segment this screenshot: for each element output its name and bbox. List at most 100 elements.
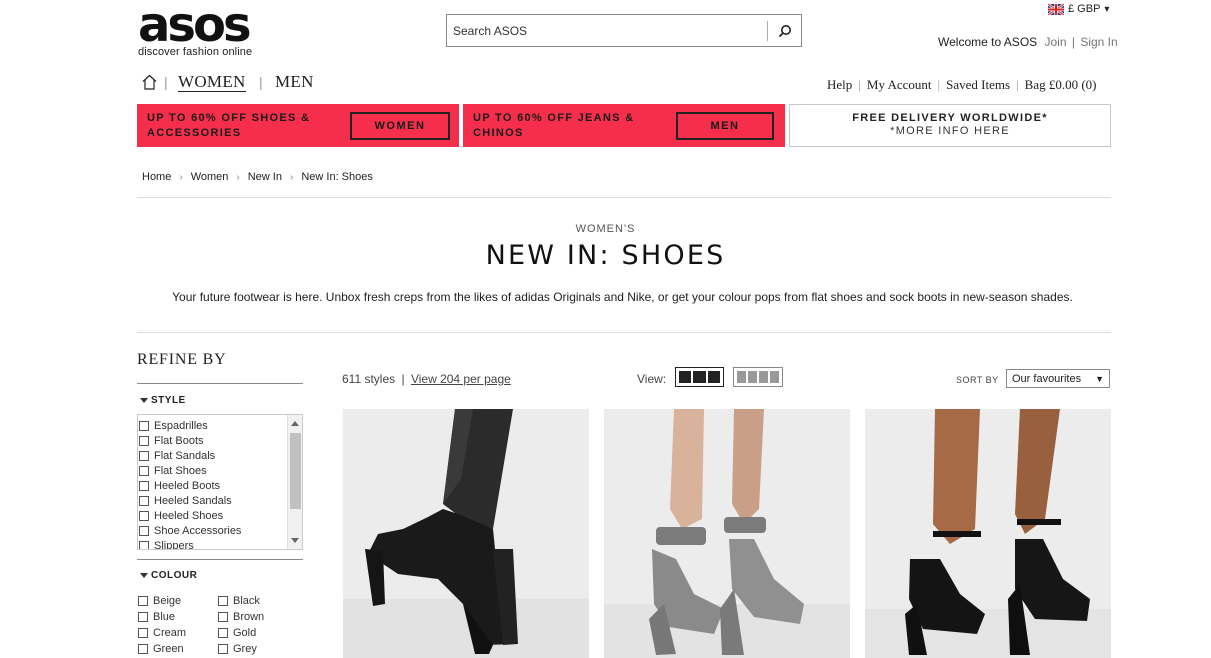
- saved-items-link[interactable]: Saved Items: [946, 77, 1010, 93]
- colour-option[interactable]: Cream: [137, 625, 217, 640]
- promo-men-button[interactable]: MEN: [676, 112, 774, 140]
- style-option[interactable]: Heeled Shoes: [138, 508, 302, 523]
- style-options: Espadrilles Flat Boots Flat Sandals Flat Sh…: [138, 415, 302, 550]
- colour-option[interactable]: Gold: [217, 625, 297, 640]
- union-jack-icon: [1048, 3, 1064, 15]
- style-facet-toggle[interactable]: STYLE: [140, 395, 186, 406]
- colour-option-label: Blue: [153, 610, 176, 623]
- home-icon[interactable]: [142, 74, 157, 90]
- triangle-down-icon: [140, 573, 148, 578]
- checkbox[interactable]: [139, 465, 149, 476]
- currency-selector[interactable]: £ GBP ▾: [1048, 3, 1109, 15]
- more-info-link[interactable]: *MORE INFO HERE: [790, 125, 1110, 137]
- product-card-black-platform-sandals[interactable]: [865, 409, 1111, 658]
- style-option[interactable]: Shoe Accessories: [138, 523, 302, 538]
- breadcrumb-new-in[interactable]: New In: [248, 171, 282, 183]
- checkbox[interactable]: [138, 611, 148, 622]
- colour-option[interactable]: Beige: [137, 593, 217, 608]
- checkbox[interactable]: [139, 510, 149, 521]
- promo-banner-men[interactable]: UP TO 60% OFF JEANS & CHINOS MEN: [463, 104, 785, 147]
- checkbox[interactable]: [139, 540, 149, 549]
- my-account-link[interactable]: My Account: [867, 77, 932, 93]
- style-option-label: Espadrilles: [154, 419, 208, 432]
- page-title: NEW IN: SHOES: [485, 240, 726, 271]
- scroll-thumb[interactable]: [290, 433, 301, 509]
- colour-option[interactable]: Grey: [217, 641, 297, 656]
- grid-cell-icon: [737, 371, 746, 383]
- checkbox[interactable]: [138, 643, 148, 654]
- nav-women[interactable]: WOMEN: [178, 72, 246, 92]
- sign-in-link[interactable]: Sign In: [1080, 35, 1117, 49]
- checkbox[interactable]: [139, 525, 149, 536]
- checkbox[interactable]: [218, 611, 228, 622]
- checkbox[interactable]: [218, 627, 228, 638]
- checkbox[interactable]: [139, 480, 149, 491]
- view-3-columns-button[interactable]: [675, 367, 724, 387]
- promo-text: UP TO 60% OFF SHOES & ACCESSORIES: [147, 111, 310, 141]
- style-option-label: Flat Boots: [154, 434, 204, 447]
- checkbox[interactable]: [139, 420, 149, 431]
- product-card-grey-platform-heels[interactable]: [604, 409, 850, 658]
- view-per-page-link[interactable]: View 204 per page: [411, 372, 511, 386]
- colour-option-label: Beige: [153, 594, 182, 607]
- promo-women-button[interactable]: WOMEN: [350, 112, 450, 140]
- search-button[interactable]: [767, 20, 801, 41]
- style-option[interactable]: Flat Shoes: [138, 463, 302, 478]
- style-option-label: Shoe Accessories: [154, 524, 242, 537]
- checkbox[interactable]: [139, 450, 149, 461]
- asos-logo[interactable]: asos discover fashion online: [138, 1, 264, 58]
- utility-links: Help | My Account | Saved Items | Bag £0…: [827, 77, 1097, 93]
- style-option[interactable]: Flat Sandals: [138, 448, 302, 463]
- checkbox[interactable]: [138, 595, 148, 606]
- grid-cell-icon: [759, 371, 768, 383]
- style-option-label: Flat Shoes: [154, 464, 207, 477]
- view-4-columns-button[interactable]: [733, 367, 783, 387]
- promo-text-line2: ACCESSORIES: [147, 127, 242, 139]
- help-link[interactable]: Help: [827, 77, 852, 93]
- sort-select[interactable]: Our favourites ▼: [1006, 369, 1110, 388]
- style-option[interactable]: Heeled Boots: [138, 478, 302, 493]
- divider: [137, 383, 303, 384]
- colour-option-label: Gold: [233, 626, 257, 639]
- colour-options: Beige Black Blue Brown Cream Gold Green Grey: [137, 593, 297, 656]
- colour-option[interactable]: Blue: [137, 609, 217, 624]
- breadcrumb-women[interactable]: Women: [191, 171, 229, 183]
- free-delivery-banner[interactable]: FREE DELIVERY WORLDWIDE* *MORE INFO HERE: [789, 104, 1111, 147]
- style-option[interactable]: Slippers: [138, 538, 302, 550]
- utility-separator: |: [937, 77, 941, 92]
- colour-option-label: Black: [233, 594, 260, 607]
- bag-link[interactable]: Bag £0.00 (0): [1025, 77, 1097, 93]
- nav-men[interactable]: MEN: [275, 72, 314, 91]
- promo-text-line1: UP TO 60% OFF JEANS &: [473, 112, 635, 124]
- promo-banner-women[interactable]: UP TO 60% OFF SHOES & ACCESSORIES WOMEN: [137, 104, 459, 147]
- scroll-up-icon[interactable]: [291, 421, 299, 426]
- search-input[interactable]: [447, 15, 767, 46]
- utility-separator: |: [858, 77, 861, 92]
- page-subtitle: WOMEN'S: [575, 223, 636, 235]
- style-option[interactable]: Flat Boots: [138, 433, 302, 448]
- scroll-down-icon[interactable]: [291, 538, 299, 543]
- style-option[interactable]: Espadrilles: [138, 418, 302, 433]
- style-option-label: Slippers: [154, 539, 194, 550]
- colour-option-label: Cream: [153, 626, 187, 639]
- grid-cell-icon: [748, 371, 757, 383]
- checkbox[interactable]: [139, 435, 149, 446]
- checkbox[interactable]: [218, 643, 228, 654]
- scrollbar[interactable]: [287, 415, 302, 549]
- colour-option[interactable]: Green: [137, 641, 217, 656]
- checkbox[interactable]: [138, 627, 148, 638]
- checkbox[interactable]: [139, 495, 149, 506]
- colour-option[interactable]: Brown: [217, 609, 297, 624]
- breadcrumb-home[interactable]: Home: [142, 171, 171, 183]
- colour-option-label: Grey: [233, 642, 257, 655]
- product-card-black-ankle-boots[interactable]: [343, 409, 589, 658]
- colour-facet-toggle[interactable]: COLOUR: [140, 570, 197, 581]
- product-image: [343, 409, 589, 658]
- checkbox[interactable]: [218, 595, 228, 606]
- join-link[interactable]: Join: [1045, 35, 1067, 49]
- style-filter-list[interactable]: Espadrilles Flat Boots Flat Sandals Flat Sh…: [137, 414, 303, 550]
- search-icon: [778, 24, 791, 37]
- colour-option[interactable]: Black: [217, 593, 297, 608]
- triangle-down-icon: [140, 398, 148, 403]
- style-option[interactable]: Heeled Sandals: [138, 493, 302, 508]
